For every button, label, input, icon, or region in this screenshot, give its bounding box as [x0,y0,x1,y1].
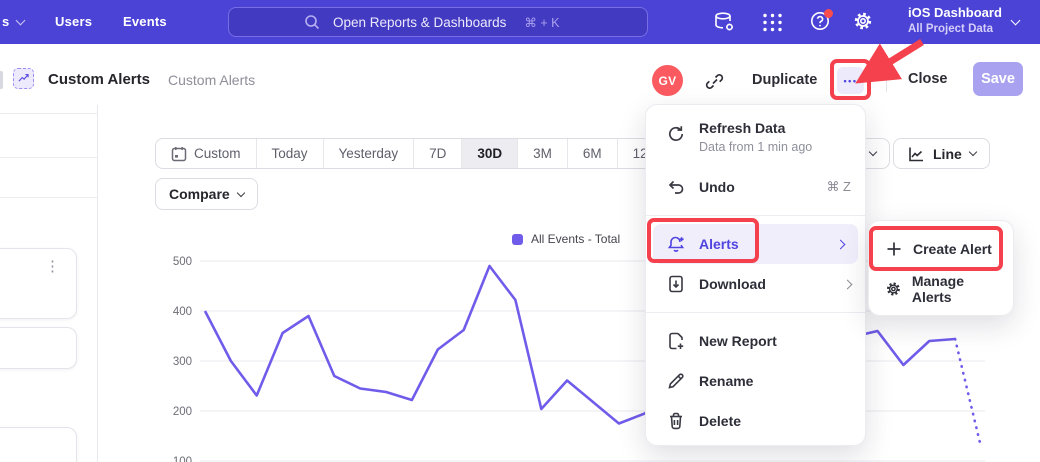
nav-item-events[interactable]: Events [123,14,167,29]
menu-item-shortcut: ⌘ Z [826,179,851,195]
compare-button[interactable]: Compare [155,178,258,210]
line-chart-icon [907,145,925,163]
menu-item-download[interactable]: Download [646,264,865,304]
kebab-menu-icon[interactable]: ⋮ [45,259,60,274]
submenu-item-manage-alerts[interactable]: Manage Alerts [869,269,1013,309]
date-range-today[interactable]: Today [256,139,323,168]
chart-legend[interactable]: All Events - Total [512,232,620,246]
date-range-3m[interactable]: 3M [517,139,567,168]
sidebar-divider [0,197,98,198]
new-report-icon [666,331,686,351]
svg-text:500: 500 [173,256,192,268]
chart-type-button[interactable]: Line [893,138,990,169]
submenu-arrow-icon [836,239,846,249]
more-button[interactable]: ••• [837,67,864,94]
gear-icon[interactable] [852,10,874,32]
report-type-icon [13,68,34,89]
report-header: Custom Alerts Custom Alerts GV Duplicate… [0,44,1040,105]
chevron-down-icon [236,188,244,196]
date-range-6m[interactable]: 6M [567,139,617,168]
nav-item-users[interactable]: Users [55,14,92,29]
menu-item-sublabel: Data from 1 min ago [699,140,812,154]
nav-item-truncated[interactable]: s [2,14,9,29]
header-divider [886,66,887,92]
search-bar[interactable]: Open Reports & Dashboards ⌘ + K [228,7,648,37]
sidebar-card[interactable] [0,427,77,462]
menu-item-delete[interactable]: Delete [646,401,865,441]
menu-divider [646,312,865,313]
save-button[interactable]: Save [973,62,1023,96]
project-scope: All Project Data [908,23,1002,35]
chevron-down-icon [16,16,26,26]
svg-text:200: 200 [173,406,192,418]
undo-icon [666,177,686,197]
breadcrumb[interactable]: Custom Alerts [168,72,255,88]
date-range-yesterday[interactable]: Yesterday [323,139,414,168]
chevron-down-icon [969,148,977,156]
refresh-icon [666,124,686,144]
date-range-custom[interactable]: Custom [156,139,256,168]
plus-icon [885,240,903,258]
report-options-menu: Refresh Data Data from 1 min ago Undo ⌘ … [645,104,866,446]
menu-item-new-report[interactable]: New Report [646,321,865,361]
sidebar-divider [0,113,98,114]
data-source-icon[interactable] [712,10,736,34]
search-shortcut: ⌘ + K [524,15,559,30]
chevron-down-icon [1011,16,1021,26]
apps-grid-icon[interactable] [762,12,783,33]
date-range-control: Custom Today Yesterday 7D 30D 3M 6M 12M [155,138,675,169]
alerts-submenu: Create Alert Manage Alerts [868,220,1014,316]
app-window: 500 400 300 200 100 All Events - Total s Use… [0,0,1040,462]
page-title: Custom Alerts [48,71,150,88]
copy-link-icon[interactable] [704,71,725,92]
project-switcher[interactable]: iOS Dashboard All Project Data [908,5,1002,35]
chevron-down-icon [869,148,877,156]
top-nav: s Users Events Open Reports & Dashboards… [0,0,1040,44]
sidebar-card[interactable] [0,327,77,369]
trash-icon [666,411,686,431]
close-button[interactable]: Close [908,71,948,87]
menu-item-alerts[interactable]: Alerts [653,224,858,264]
pencil-icon [666,371,686,391]
date-range-7d[interactable]: 7D [413,139,461,168]
calendar-icon [171,146,187,162]
svg-text:100: 100 [173,456,192,462]
submenu-arrow-icon [843,279,853,289]
collapsed-panel-handle[interactable] [0,71,3,89]
legend-label: All Events - Total [531,232,620,246]
left-sidebar: ⋮ [0,105,98,462]
legend-swatch [512,234,523,245]
sidebar-card[interactable]: ⋮ [0,248,77,319]
date-range-30d[interactable]: 30D [461,139,517,168]
menu-item-refresh-data[interactable]: Refresh Data Data from 1 min ago [646,115,865,167]
menu-item-label: Refresh Data [699,120,812,136]
search-placeholder: Open Reports & Dashboards [333,15,506,30]
project-name: iOS Dashboard [908,5,1002,20]
menu-item-undo[interactable]: Undo ⌘ Z [646,167,865,207]
search-icon [304,14,320,30]
duplicate-button[interactable]: Duplicate [752,72,817,88]
gear-icon [885,280,902,298]
svg-text:400: 400 [173,306,192,318]
notification-dot [824,9,833,18]
menu-item-rename[interactable]: Rename [646,361,865,401]
download-doc-icon [666,274,686,294]
avatar[interactable]: GV [652,65,683,96]
submenu-item-create-alert[interactable]: Create Alert [869,229,1013,269]
menu-divider [646,215,865,216]
svg-text:300: 300 [173,356,192,368]
bell-plus-icon [666,234,686,254]
help-icon[interactable] [809,10,831,32]
sidebar-divider [0,157,98,158]
